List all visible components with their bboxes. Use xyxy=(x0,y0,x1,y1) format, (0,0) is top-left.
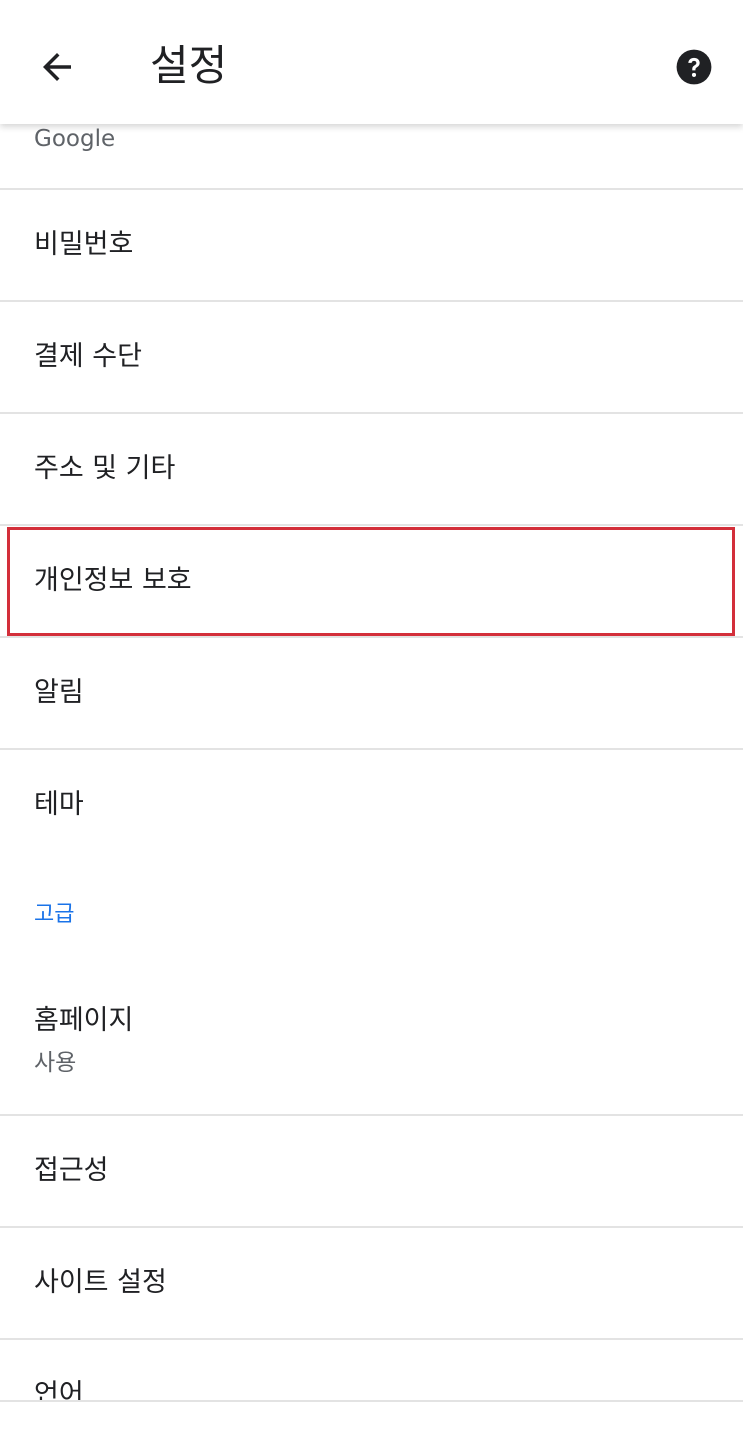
advanced-section-header: 고급 xyxy=(34,902,75,927)
homepage-status: 사용 xyxy=(34,1050,77,1076)
addresses-row[interactable]: 주소 및 기타 xyxy=(0,414,743,524)
homepage-label: 홈페이지 xyxy=(34,1005,134,1036)
languages-label: 언어 xyxy=(34,1379,84,1400)
page-title: 설정 xyxy=(150,41,228,90)
addresses-label: 주소 및 기타 xyxy=(34,453,176,484)
passwords-label: 비밀번호 xyxy=(34,229,134,260)
notifications-label: 알림 xyxy=(34,677,84,708)
theme-label: 테마 xyxy=(34,789,84,820)
help-button[interactable] xyxy=(675,48,713,86)
accessibility-label: 접근성 xyxy=(34,1155,109,1186)
payment-methods-row[interactable]: 결제 수단 xyxy=(0,302,743,412)
privacy-row[interactable]: 개인정보 보호 xyxy=(0,526,743,636)
languages-row[interactable]: 언어 xyxy=(0,1340,743,1400)
theme-row[interactable]: 테마 xyxy=(0,750,743,860)
divider xyxy=(0,1400,743,1402)
payment-methods-label: 결제 수단 xyxy=(34,341,142,372)
app-bar: 설정 xyxy=(0,0,743,124)
site-settings-row[interactable]: 사이트 설정 xyxy=(0,1228,743,1338)
back-button[interactable] xyxy=(36,46,78,88)
privacy-label: 개인정보 보호 xyxy=(34,565,192,596)
notifications-row[interactable]: 알림 xyxy=(0,638,743,748)
passwords-row[interactable]: 비밀번호 xyxy=(0,190,743,300)
site-settings-label: 사이트 설정 xyxy=(34,1267,167,1298)
accessibility-row[interactable]: 접근성 xyxy=(0,1116,743,1226)
settings-list: Google 비밀번호 결제 수단 주소 및 기타 개인정보 보호 알림 테마 … xyxy=(0,0,743,1431)
google-row[interactable]: Google xyxy=(0,124,743,188)
help-circle-icon xyxy=(676,49,712,85)
google-row-label: Google xyxy=(34,126,116,152)
homepage-row[interactable]: 홈페이지 사용 xyxy=(0,970,743,1114)
arrow-back-icon xyxy=(43,53,71,81)
